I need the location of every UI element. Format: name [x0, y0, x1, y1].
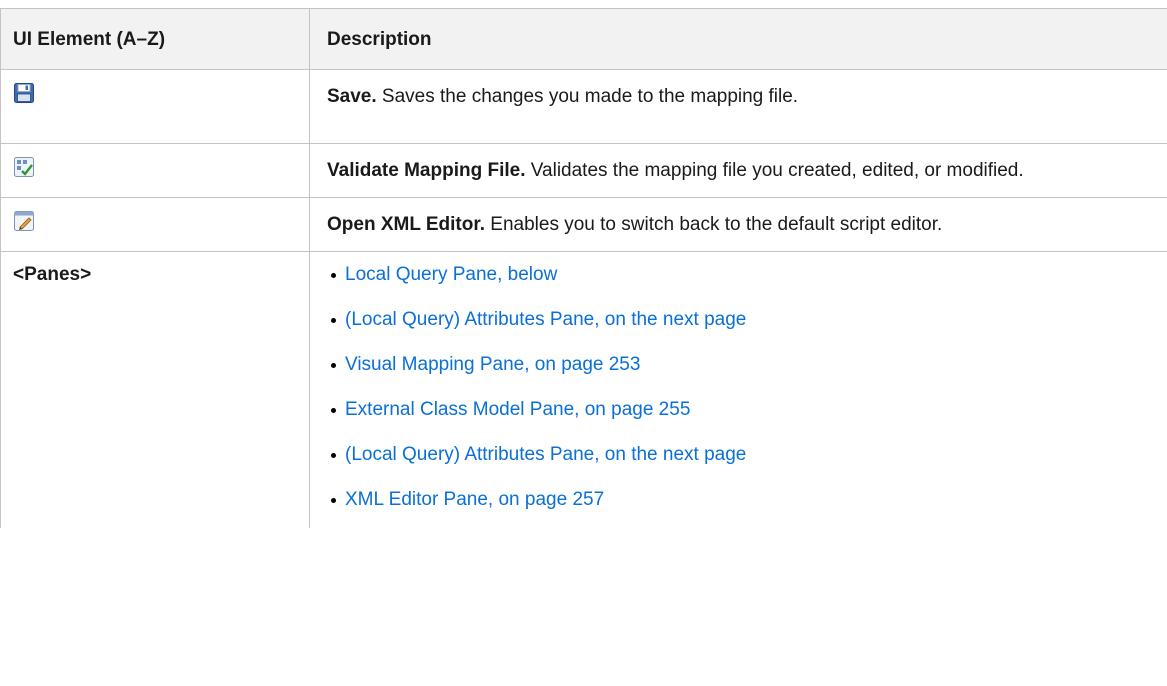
- element-description: Validates the mapping file you created, …: [525, 160, 1024, 181]
- description-cell: Local Query Pane, below (Local Query) At…: [309, 251, 1167, 528]
- validate-mapping-icon: [13, 156, 35, 178]
- table-header-row: UI Element (A–Z) Description: [0, 8, 1167, 70]
- table-row: Open XML Editor. Enables you to switch b…: [0, 197, 1167, 252]
- list-item: Visual Mapping Pane, on page 253: [327, 348, 1147, 393]
- open-xml-editor-icon: [13, 210, 35, 232]
- element-title: Open XML Editor.: [327, 214, 485, 235]
- table-row: Save. Saves the changes you made to the …: [0, 69, 1167, 144]
- ui-elements-table: UI Element (A–Z) Description Save. Saves…: [0, 8, 1167, 528]
- element-title: Validate Mapping File.: [327, 160, 526, 181]
- ui-element-cell: [0, 143, 310, 198]
- description-cell: Validate Mapping File. Validates the map…: [309, 143, 1167, 198]
- element-title: Save.: [327, 86, 377, 107]
- ui-element-cell: [0, 197, 310, 252]
- description-cell: Open XML Editor. Enables you to switch b…: [309, 197, 1167, 252]
- save-icon: [13, 82, 35, 104]
- table-row: <Panes> Local Query Pane, below (Local Q…: [0, 251, 1167, 528]
- pane-link[interactable]: External Class Model Pane, on page 255: [345, 399, 690, 420]
- list-item: (Local Query) Attributes Pane, on the ne…: [327, 303, 1147, 348]
- list-item: External Class Model Pane, on page 255: [327, 393, 1147, 438]
- list-item: XML Editor Pane, on page 257: [327, 483, 1147, 528]
- pane-link[interactable]: XML Editor Pane, on page 257: [345, 489, 604, 510]
- panes-label-cell: <Panes>: [0, 251, 310, 528]
- ui-element-cell: [0, 69, 310, 144]
- description-cell: Save. Saves the changes you made to the …: [309, 69, 1167, 144]
- element-description: Enables you to switch back to the defaul…: [485, 214, 943, 235]
- element-description: Saves the changes you made to the mappin…: [376, 86, 799, 107]
- pane-link[interactable]: (Local Query) Attributes Pane, on the ne…: [345, 309, 746, 330]
- column-header-ui-element: UI Element (A–Z): [0, 8, 310, 70]
- panes-link-list: Local Query Pane, below (Local Query) At…: [327, 258, 1147, 528]
- pane-link[interactable]: Local Query Pane, below: [345, 264, 557, 285]
- pane-link[interactable]: (Local Query) Attributes Pane, on the ne…: [345, 444, 746, 465]
- table-row: Validate Mapping File. Validates the map…: [0, 143, 1167, 198]
- pane-link[interactable]: Visual Mapping Pane, on page 253: [345, 354, 640, 375]
- list-item: Local Query Pane, below: [327, 258, 1147, 303]
- column-header-description: Description: [309, 8, 1167, 70]
- list-item: (Local Query) Attributes Pane, on the ne…: [327, 438, 1147, 483]
